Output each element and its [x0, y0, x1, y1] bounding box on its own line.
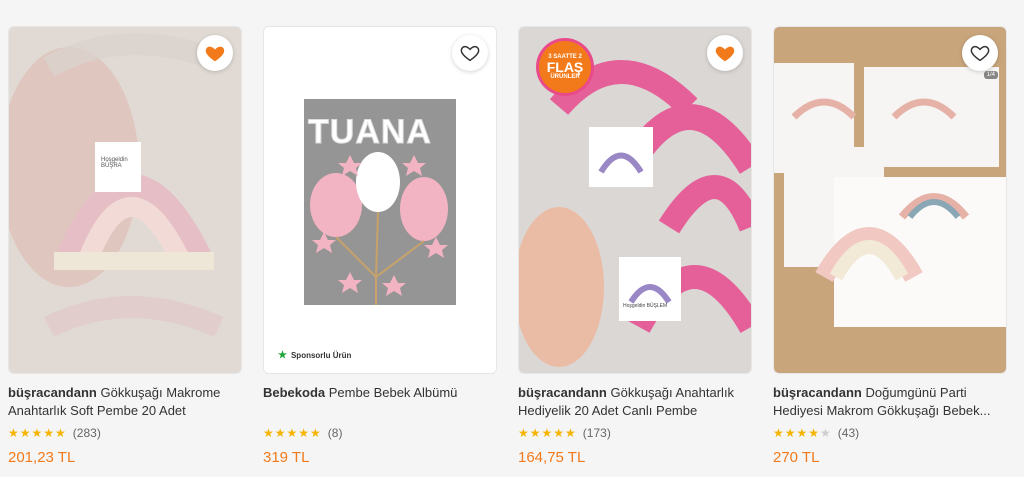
- product-rating: ★★★★★ (8): [263, 426, 342, 440]
- heart-icon: [460, 45, 480, 62]
- product-image[interactable]: Hoşgeldin BÜŞLEM 3 SAATTE 2 FLAŞ ÜRÜNLER: [518, 26, 752, 374]
- star-icon: ★★★★★: [518, 426, 577, 440]
- review-count: (283): [72, 426, 101, 440]
- favorite-button[interactable]: [707, 35, 743, 71]
- product-rating: ★★★★★ (283): [8, 426, 101, 440]
- product-card[interactable]: TUANA ★ Sponsorlu Ürün Bebekoda Pembe Be…: [263, 0, 503, 477]
- product-price: 319 TL: [263, 449, 310, 466]
- heart-icon: [205, 46, 225, 62]
- product-brand: büşracandann: [8, 385, 97, 400]
- product-card[interactable]: Hoşgeldin BÜŞRA büşracandann Gökkuşağı M…: [8, 0, 248, 477]
- favorite-button[interactable]: [962, 35, 998, 71]
- product-photo: [9, 27, 241, 373]
- product-rating: ★★★★★ (43): [773, 426, 859, 440]
- favorite-button[interactable]: [197, 35, 233, 71]
- sponsor-text: Sponsorlu Ürün: [290, 351, 352, 360]
- product-photo: [264, 27, 496, 373]
- favorite-button[interactable]: [452, 35, 488, 71]
- star-icon: ★★★★★: [8, 426, 67, 440]
- product-grid: Hoşgeldin BÜŞRA büşracandann Gökkuşağı M…: [0, 0, 1024, 477]
- product-card[interactable]: 1/4 büşracandann Doğumgünü Parti Hediyes…: [773, 0, 1013, 477]
- star-icon: ★: [278, 350, 287, 361]
- product-price: 201,23 TL: [8, 449, 76, 466]
- star-icon: ★★★★★: [263, 426, 322, 440]
- product-brand: büşracandann: [518, 385, 607, 400]
- product-name: Pembe Bebek Albümü: [328, 385, 458, 400]
- heart-icon: [715, 46, 735, 62]
- image-text: Hoşgeldin BÜŞLEM: [623, 303, 668, 309]
- review-count: (43): [837, 426, 860, 440]
- product-price: 164,75 TL: [518, 449, 586, 466]
- product-price: 270 TL: [773, 449, 820, 466]
- flash-products-badge: 3 SAATTE 2 FLAŞ ÜRÜNLER: [539, 41, 591, 93]
- product-brand: Bebekoda: [263, 385, 326, 400]
- product-title[interactable]: Bebekoda Pembe Bebek Albümü: [263, 384, 495, 402]
- product-photo: [774, 27, 1006, 373]
- product-title[interactable]: büşracandann Doğumgünü Parti Hediyesi Ma…: [773, 384, 1005, 420]
- product-card[interactable]: Hoşgeldin BÜŞLEM 3 SAATTE 2 FLAŞ ÜRÜNLER…: [518, 0, 758, 477]
- review-count: (8): [327, 426, 343, 440]
- product-rating: ★★★★★ (173): [518, 426, 611, 440]
- image-text: Hoşgeldin BÜŞRA: [101, 157, 128, 169]
- image-count-badge: 1/4: [983, 71, 998, 79]
- product-image[interactable]: 1/4: [773, 26, 1007, 374]
- image-text: TUANA: [308, 113, 432, 152]
- heart-icon: [970, 45, 990, 62]
- product-image[interactable]: TUANA ★ Sponsorlu Ürün: [263, 26, 497, 374]
- review-count: (173): [582, 426, 611, 440]
- flash-badge-line2: FLAŞ: [546, 59, 584, 75]
- star-icon: ★★★★★: [773, 426, 832, 440]
- sponsor-label: ★ Sponsorlu Ürün: [278, 350, 351, 361]
- product-image[interactable]: Hoşgeldin BÜŞRA: [8, 26, 242, 374]
- product-brand: büşracandann: [773, 385, 862, 400]
- product-title[interactable]: büşracandann Gökkuşağı Makrome Anahtarlı…: [8, 384, 240, 420]
- product-title[interactable]: büşracandann Gökkuşağı Anahtarlık Hediye…: [518, 384, 750, 420]
- flash-badge-line3: ÜRÜNLER: [550, 74, 580, 80]
